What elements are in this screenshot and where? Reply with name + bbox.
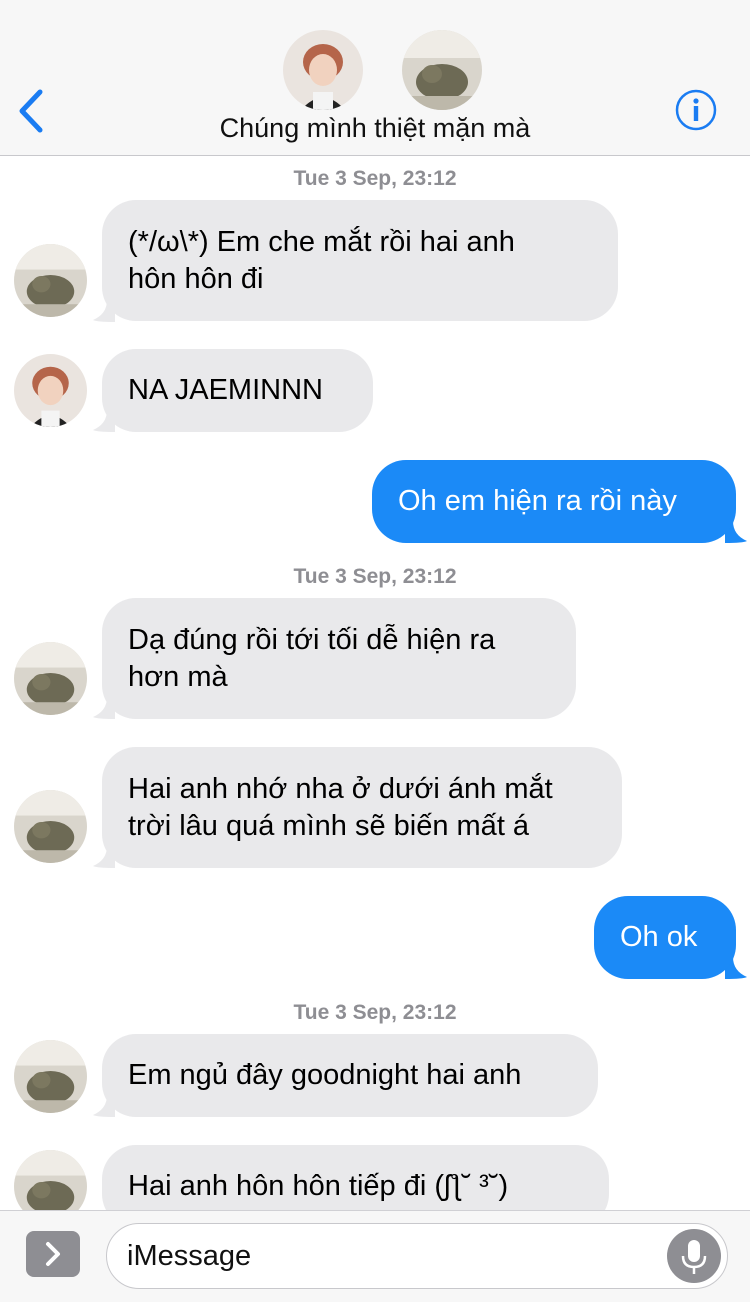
microphone-icon xyxy=(681,1240,707,1274)
conversation-title[interactable]: Chúng mình thiệt mặn mà xyxy=(0,113,750,144)
message-line: (*/ω\*) Em che mắt rồi hai anh xyxy=(128,225,515,258)
message-line: trời lâu quá mình sẽ biến mất á xyxy=(128,809,530,842)
apps-button[interactable] xyxy=(26,1231,80,1277)
message-line: NA JAEMINNN xyxy=(128,374,323,406)
incoming-message-bubble[interactable]: Em ngủ đây goodnight hai anh xyxy=(102,1034,598,1117)
message-timestamp: Tue 3 Sep, 23:12 xyxy=(293,167,457,190)
incoming-message-bubble[interactable]: NA JAEMINNN xyxy=(102,349,373,432)
message-line: Hai anh hôn hôn tiếp đi (ʃƪ˘ ³˘) xyxy=(128,1170,509,1202)
message-line: Em ngủ đây goodnight hai anh xyxy=(128,1059,522,1091)
outgoing-message-bubble[interactable]: Oh em hiện ra rồi này xyxy=(372,460,736,543)
sender-avatar-cat xyxy=(14,1040,87,1113)
compose-bar: iMessage xyxy=(0,1210,750,1302)
group-avatar-cat[interactable] xyxy=(402,30,482,110)
message-line: hơn mà xyxy=(128,660,228,693)
info-icon[interactable] xyxy=(675,89,717,131)
message-line: Oh em hiện ra rồi này xyxy=(398,485,677,517)
group-avatar-boy[interactable] xyxy=(283,30,363,110)
sender-avatar-boy xyxy=(14,354,87,427)
incoming-message-bubble[interactable]: Dạ đúng rồi tới tối dễ hiện ra hơn mà xyxy=(102,598,576,719)
outgoing-message-bubble[interactable]: Oh ok xyxy=(594,896,736,979)
message-line: Hai anh nhớ nha ở dưới ánh mắt xyxy=(128,772,553,805)
imessage-input[interactable]: iMessage xyxy=(106,1223,728,1289)
message-timestamp: Tue 3 Sep, 23:12 xyxy=(293,565,457,588)
message-line: hôn hôn đi xyxy=(128,262,264,295)
sender-avatar-cat xyxy=(14,244,87,317)
imessage-placeholder: iMessage xyxy=(127,1240,252,1272)
microphone-button[interactable] xyxy=(667,1229,721,1283)
message-line: Dạ đúng rồi tới tối dễ hiện ra xyxy=(128,623,496,656)
incoming-message-bubble[interactable]: Hai anh nhớ nha ở dưới ánh mắt trời lâu … xyxy=(102,747,622,868)
message-line: Oh ok xyxy=(620,921,698,953)
chevron-right-icon xyxy=(46,1242,60,1266)
conversation-header: Chúng mình thiệt mặn mà xyxy=(0,0,750,156)
incoming-message-bubble[interactable]: (*/ω\*) Em che mắt rồi hai anh hôn hôn đ… xyxy=(102,200,618,321)
sender-avatar-cat xyxy=(14,642,87,715)
message-timestamp: Tue 3 Sep, 23:12 xyxy=(293,1001,457,1024)
sender-avatar-cat xyxy=(14,790,87,863)
